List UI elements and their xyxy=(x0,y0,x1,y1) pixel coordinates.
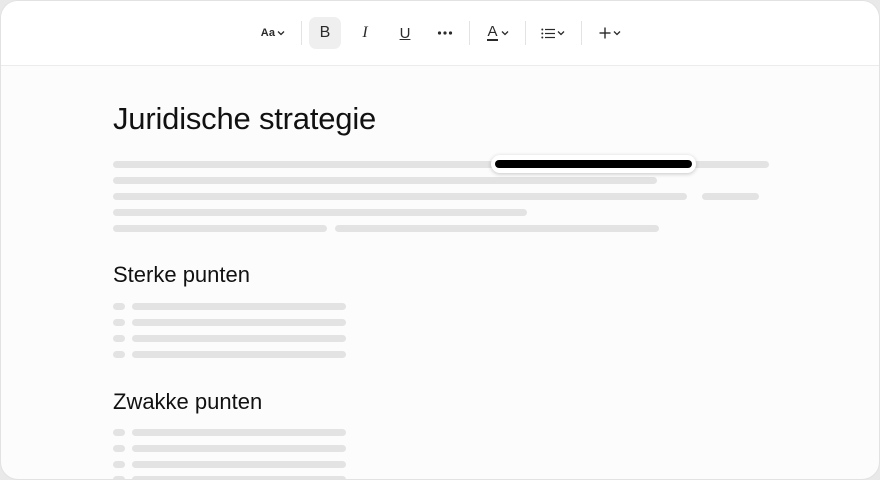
text-line-placeholder xyxy=(702,193,759,200)
text-style-button[interactable]: Aa xyxy=(256,17,290,49)
bullet-placeholder xyxy=(113,303,125,310)
chevron-down-icon xyxy=(613,31,621,36)
list-item-placeholder xyxy=(132,351,346,358)
chevron-down-icon xyxy=(501,31,508,36)
list-item-placeholder xyxy=(132,303,346,310)
selected-text-bar xyxy=(495,160,692,168)
toolbar-divider xyxy=(301,21,302,45)
bold-icon: B xyxy=(319,24,331,41)
bold-button[interactable]: B xyxy=(309,17,341,49)
list-item-placeholder xyxy=(132,461,346,468)
list-button[interactable] xyxy=(537,17,569,49)
italic-button[interactable]: I xyxy=(349,17,381,49)
underline-button[interactable]: U xyxy=(389,17,421,49)
toolbar-divider xyxy=(581,21,582,45)
more-icon xyxy=(437,31,453,35)
italic-icon: I xyxy=(362,24,368,41)
text-line-placeholder xyxy=(113,225,327,232)
editor-window: Aa B I U A Juridische strategie Sterke p… xyxy=(0,0,880,480)
text-selection-highlight[interactable] xyxy=(491,155,696,173)
bullet-placeholder xyxy=(113,461,125,468)
toolbar-divider xyxy=(469,21,470,45)
more-options-button[interactable] xyxy=(429,17,461,49)
text-line-placeholder xyxy=(335,225,659,232)
bullet-placeholder xyxy=(113,335,125,342)
text-color-button[interactable]: A xyxy=(481,17,515,49)
text-style-icon: Aa xyxy=(261,27,285,39)
bullet-placeholder xyxy=(113,476,125,479)
list-icon xyxy=(541,28,555,38)
list-item-placeholder xyxy=(132,319,346,326)
list-item-placeholder xyxy=(132,476,346,479)
text-color-icon: A xyxy=(487,24,508,41)
section-heading-weaknesses[interactable]: Zwakke punten xyxy=(113,389,262,415)
list-item-placeholder xyxy=(132,445,346,452)
list-item-placeholder xyxy=(132,429,346,436)
toolbar-divider xyxy=(525,21,526,45)
list-item-placeholder xyxy=(132,335,346,342)
chevron-down-icon xyxy=(277,31,285,36)
bullet-placeholder xyxy=(113,445,125,452)
section-heading-strengths[interactable]: Sterke punten xyxy=(113,262,250,288)
text-line-placeholder xyxy=(113,193,687,200)
bullet-placeholder xyxy=(113,319,125,326)
bullet-placeholder xyxy=(113,351,125,358)
document-title[interactable]: Juridische strategie xyxy=(113,101,376,137)
add-icon xyxy=(599,27,611,39)
insert-button[interactable] xyxy=(593,17,627,49)
underline-icon: U xyxy=(399,24,411,42)
bullet-placeholder xyxy=(113,429,125,436)
text-line-placeholder xyxy=(113,177,657,184)
chevron-down-icon xyxy=(557,31,565,36)
text-line-placeholder xyxy=(113,209,527,216)
formatting-toolbar: Aa B I U A xyxy=(1,1,879,66)
